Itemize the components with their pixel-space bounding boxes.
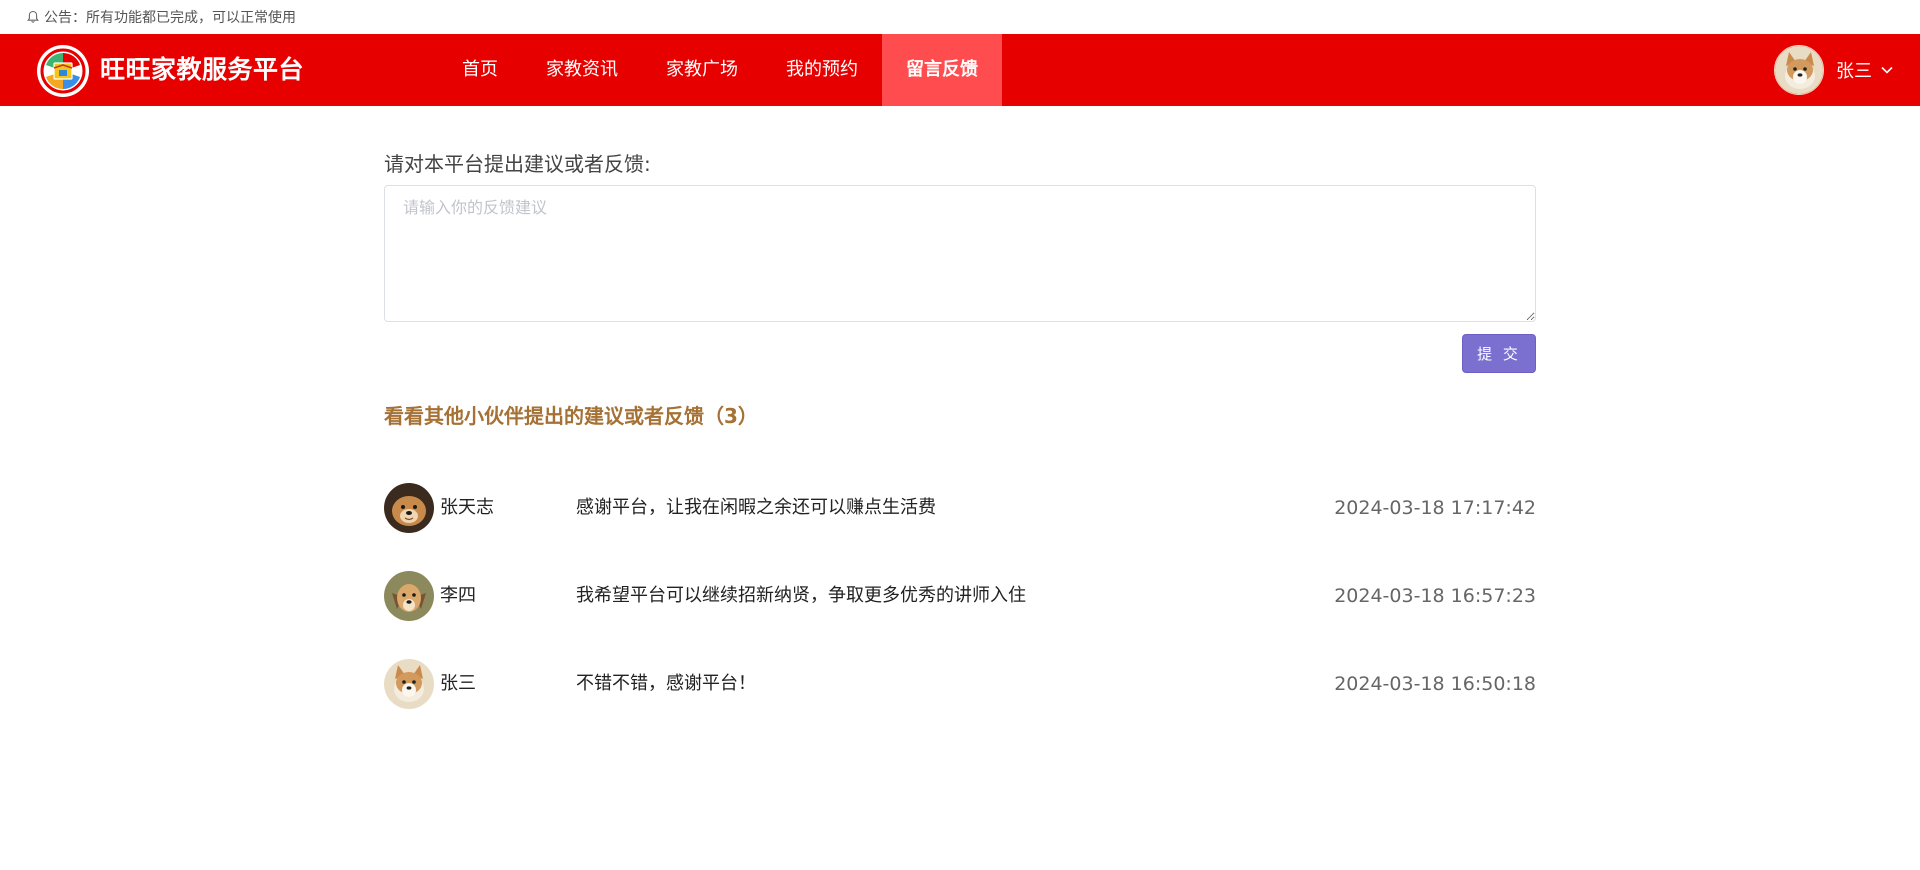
feedback-list: 张天志 感谢平台，让我在闲暇之余还可以赚点生活费 2024-03-18 17:1… [384,461,1536,725]
feedback-time: 2024-03-18 16:50:18 [1334,673,1536,695]
feedback-user-name: 张天志 [440,497,494,518]
nav-item-my-bookings[interactable]: 我的预约 [762,34,882,106]
others-feedback-title: 看看其他小伙伴提出的建议或者反馈（3） [384,404,758,428]
nav-item-home[interactable]: 首页 [438,34,522,106]
announcement-bar: 公告：所有功能都已完成，可以正常使用 [0,0,1920,34]
top-navbar: 旺旺家教服务平台 首页 家教资讯 家教广场 我的预约 留言反馈 张三 [0,34,1920,106]
bell-icon [27,10,39,23]
site-logo[interactable] [37,45,89,97]
list-item: 张三 不错不错，感谢平台！ 2024-03-18 16:50:18 [384,637,1536,725]
user-avatar[interactable] [1774,45,1824,95]
list-item: 李四 我希望平台可以继续招新纳贤，争取更多优秀的讲师入住 2024-03-18 … [384,549,1536,637]
nav-item-tutor-news[interactable]: 家教资讯 [522,34,642,106]
main-nav: 首页 家教资讯 家教广场 我的预约 留言反馈 [438,34,1002,106]
avatar [384,659,434,709]
submit-button[interactable]: 提 交 [1462,334,1536,373]
announcement-text: 公告：所有功能都已完成，可以正常使用 [44,10,296,26]
feedback-content: 我希望平台可以继续招新纳贤，争取更多优秀的讲师入住 [576,585,1026,606]
feedback-user-name: 张三 [440,673,476,694]
feedback-content: 感谢平台，让我在闲暇之余还可以赚点生活费 [576,497,936,518]
logo-icon [40,48,86,94]
feedback-textarea[interactable] [384,185,1536,322]
user-name[interactable]: 张三 [1836,57,1872,83]
list-item: 张天志 感谢平台，让我在闲暇之余还可以赚点生活费 2024-03-18 17:1… [384,461,1536,549]
feedback-time: 2024-03-18 17:17:42 [1334,497,1536,519]
feedback-prompt: 请对本平台提出建议或者反馈: [384,152,651,176]
brand-title[interactable]: 旺旺家教服务平台 [100,34,304,106]
feedback-user-name: 李四 [440,585,476,606]
feedback-content: 不错不错，感谢平台！ [576,673,756,694]
nav-item-tutor-plaza[interactable]: 家教广场 [642,34,762,106]
chevron-down-icon[interactable] [1880,63,1894,77]
avatar [384,483,434,533]
nav-item-feedback[interactable]: 留言反馈 [882,34,1002,106]
user-menu[interactable]: 张三 [1774,34,1894,106]
avatar [384,571,434,621]
feedback-time: 2024-03-18 16:57:23 [1334,585,1536,607]
